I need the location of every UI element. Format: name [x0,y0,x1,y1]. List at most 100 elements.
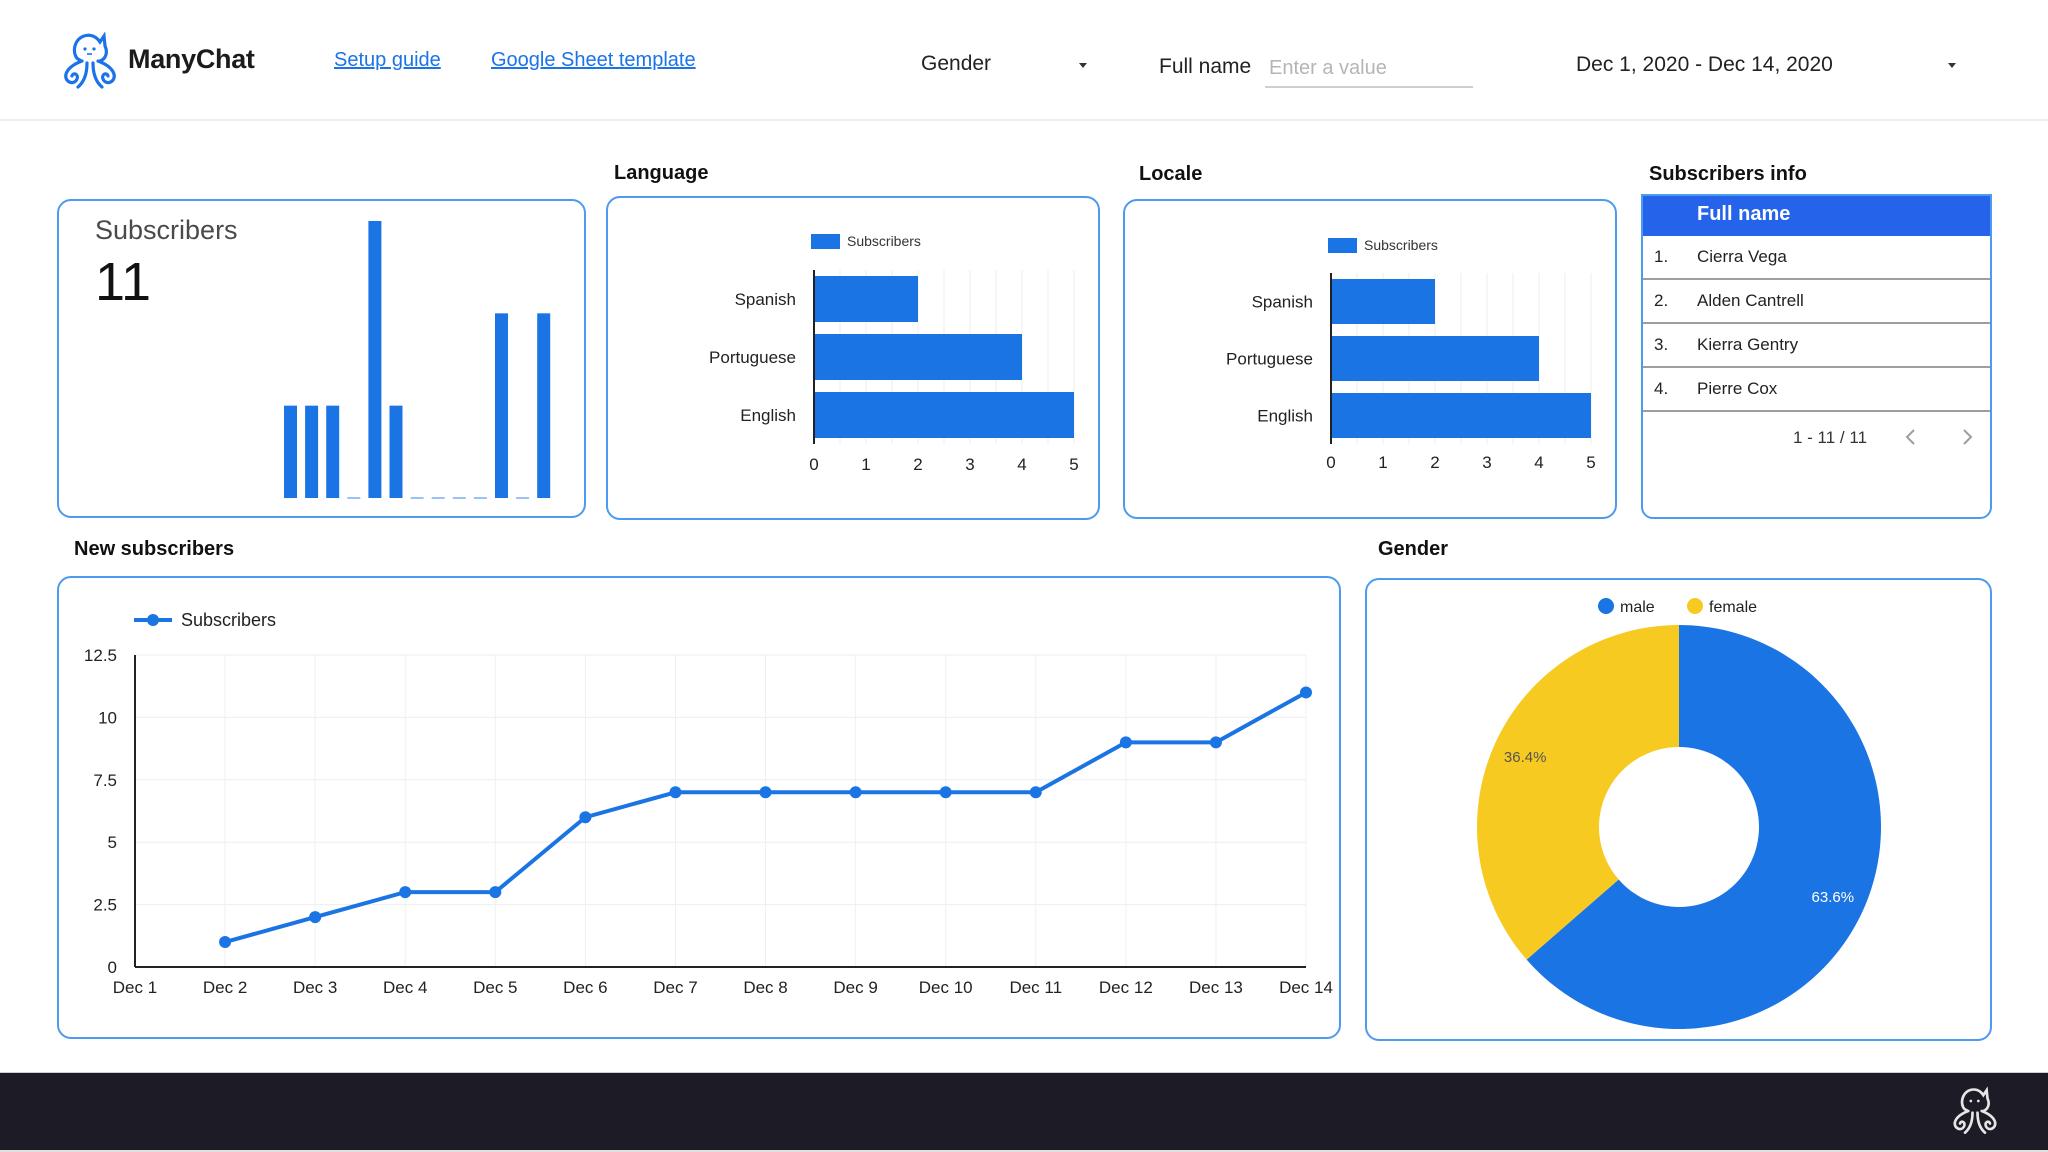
data-point [489,886,502,899]
sparkline-bar [326,405,340,498]
x-tick-label: Dec 3 [293,978,337,997]
y-tick-label: 5 [108,833,117,852]
data-point [759,786,772,799]
subscribers-scorecard: Subscribers 11 [57,199,586,518]
x-tick-label: 1 [1378,453,1387,472]
x-tick-label: Dec 12 [1099,978,1153,997]
date-range-picker[interactable]: Dec 1, 2020 - Dec 14, 2020 [1570,45,1960,85]
data-point [1119,736,1132,749]
legend-label: Subscribers [181,610,276,630]
category-label: English [1257,407,1313,426]
x-tick-label: 4 [1534,453,1543,472]
category-label: Portuguese [1226,350,1313,369]
x-tick-label: Dec 4 [383,978,427,997]
x-tick-label: 5 [1069,455,1078,474]
setup-guide-link[interactable]: Setup guide [334,49,441,72]
data-point [309,911,322,924]
row-index: 4. [1654,379,1669,398]
previous-page-button[interactable] [1898,422,1924,452]
header: ManyChat Setup guide Google Sheet templa… [0,0,2048,121]
y-tick-label: 0 [108,958,117,977]
x-tick-label: 5 [1586,453,1595,472]
x-tick-label: Dec 14 [1279,978,1333,997]
legend-label: male [1620,599,1655,616]
category-label: Spanish [735,290,796,309]
column-header-full-name[interactable]: Full name [1697,203,1790,226]
data-point [1029,786,1042,799]
x-tick-label: 2 [913,455,922,474]
subscribers-info-table: Full name 1. Cierra Vega 2. Alden Cantrell 3… [1641,194,1992,519]
row-full-name: Alden Cantrell [1697,291,1804,310]
sparkline-bar [495,313,508,498]
table-header[interactable]: Full name [1643,196,1990,236]
bar [814,276,918,322]
row-full-name: Kierra Gentry [1697,335,1799,354]
x-tick-label: Dec 11 [1009,978,1062,997]
data-label: 36.4% [1504,749,1547,766]
language-title: Language [614,162,709,184]
new-subscribers-title: New subscribers [74,538,235,560]
next-page-button[interactable] [1954,422,1980,452]
gender-filter-dropdown[interactable]: Gender [915,45,1095,85]
legend-marker [1598,598,1614,614]
google-sheet-template-link[interactable]: Google Sheet template [491,49,696,72]
row-index: 2. [1654,291,1669,310]
legend-marker [147,614,159,626]
data-point [1300,686,1312,699]
table-row[interactable]: 1. Cierra Vega [1643,236,1990,280]
x-tick-label: Dec 9 [833,978,877,997]
bar [1331,393,1591,438]
gender-filter-label: Gender [921,52,992,75]
table-body: 1. Cierra Vega 2. Alden Cantrell 3. Kierra Ge… [1643,236,1990,416]
category-label: Spanish [1252,293,1313,312]
x-tick-label: Dec 2 [203,978,247,997]
footer [0,1072,2048,1150]
locale-bar-chart: Subscribers Spanish Portuguese English 0 1 2 3 4… [1226,237,1596,472]
caret-down-icon [1079,63,1087,68]
legend-marker [1687,598,1703,614]
y-tick-label: 10 [98,708,117,727]
manychat-logo-icon [1953,1086,1997,1134]
caret-down-icon [1948,63,1956,68]
bar [814,334,1022,380]
chevron-right-icon [1963,429,1973,445]
full-name-input[interactable] [1265,50,1473,88]
data-label: 63.6% [1812,889,1855,906]
gender-chart-card: 63.6% 36.4% male female [1365,578,1992,1041]
table-row[interactable]: 3. Kierra Gentry [1643,324,1990,368]
gender-title: Gender [1378,538,1449,560]
x-tick-label: Dec 8 [743,978,787,997]
manychat-logo-icon [64,32,116,89]
x-tick-label: Dec 10 [919,978,973,997]
subscribers-sparkline [284,221,551,499]
table-row[interactable]: 4. Pierre Cox [1643,368,1990,412]
pagination-range: 1 - 11 / 11 [1793,428,1868,447]
x-tick-label: Dec 13 [1189,978,1243,997]
x-tick-label: 4 [1017,455,1026,474]
gender-donut-chart: 63.6% 36.4% male female [1477,598,1881,1029]
x-tick-label: 0 [1326,453,1335,472]
sparkline-bar [347,497,361,499]
category-label: English [740,406,796,425]
legend-label: Subscribers [847,233,921,249]
y-tick-label: 7.5 [93,771,117,790]
sparkline-bar [305,405,319,498]
x-tick-label: 3 [965,455,974,474]
row-full-name: Pierre Cox [1697,379,1778,398]
x-tick-label: Dec 1 [113,978,157,997]
data-point [939,786,952,799]
sparkline-bar [537,313,551,498]
sparkline-bar [284,405,297,498]
sparkline-bar [516,497,530,499]
sparkline-bar [473,497,487,499]
legend-label: female [1709,599,1757,616]
bar [1331,279,1435,324]
full-name-filter-label: Full name [1159,55,1252,78]
data-point [849,786,862,799]
language-chart-card: Subscribers Spanish Portuguese English 0 1 2 3 4… [606,196,1100,520]
table-row[interactable]: 5.Thomas Crane [1643,412,1990,416]
row-index: 3. [1654,335,1669,354]
sparkline-bar [431,497,445,499]
bar [1331,336,1539,381]
table-row[interactable]: 2. Alden Cantrell [1643,280,1990,324]
